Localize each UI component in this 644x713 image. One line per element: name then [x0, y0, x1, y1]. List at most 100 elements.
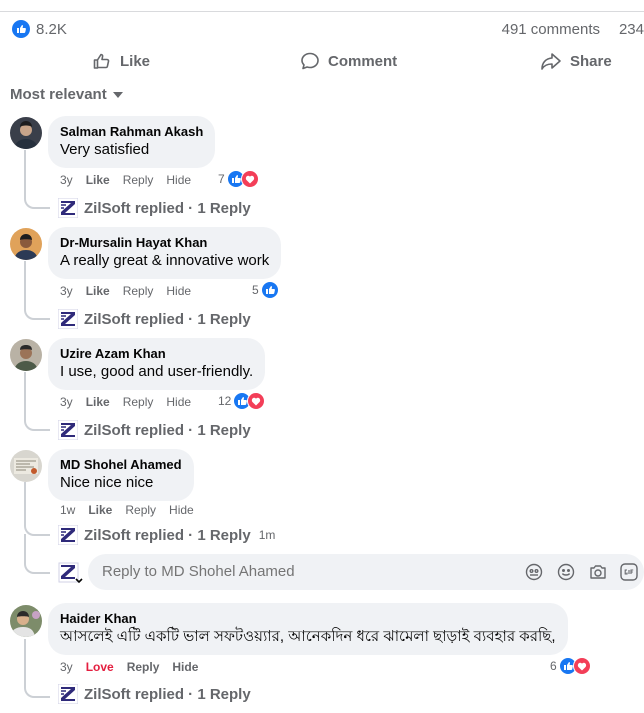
camera-icon[interactable] — [588, 562, 608, 582]
like-reaction-icon[interactable] — [12, 20, 30, 43]
comment-hide-link[interactable]: Hide — [172, 660, 198, 674]
love-reaction-icon — [240, 170, 259, 188]
thread-line — [24, 261, 50, 320]
view-replies-link[interactable]: ZilSoft replied · 1 Reply — [58, 420, 251, 440]
comment-time[interactable]: 1w — [60, 503, 75, 517]
comment-reply-link[interactable]: Reply — [127, 660, 160, 674]
avatar[interactable] — [10, 117, 42, 149]
comment-time[interactable]: 3y — [60, 395, 73, 409]
avatar[interactable] — [10, 605, 42, 637]
like-button[interactable]: Like — [92, 46, 150, 76]
thread-line — [24, 639, 50, 698]
comment-author[interactable]: MD Shohel Ahamed — [60, 457, 182, 473]
comment-like-link[interactable]: Like — [86, 284, 110, 298]
comment-bubble: Uzire Azam Khan I use, good and user-fri… — [48, 338, 266, 390]
avatar[interactable] — [10, 339, 42, 371]
comment-reactions[interactable]: 6 — [550, 657, 591, 675]
zilsoft-logo-icon — [58, 525, 78, 545]
view-replies-link[interactable]: ZilSoft replied · 1 Reply — [58, 684, 251, 704]
avatar[interactable] — [10, 228, 42, 260]
comment-reply-link[interactable]: Reply — [125, 503, 156, 517]
comment-reactions[interactable]: 5 — [252, 281, 279, 299]
comment-author[interactable]: Uzire Azam Khan — [60, 346, 253, 362]
reactions-count[interactable]: 8.2K — [36, 21, 67, 38]
comment-button[interactable]: Comment — [300, 46, 397, 76]
comment-text: A really great & innovative work — [60, 252, 270, 269]
reply-input[interactable] — [100, 562, 504, 581]
replied-time[interactable]: 1m — [259, 528, 276, 542]
comment-sort-dropdown[interactable]: Most relevant — [10, 86, 123, 103]
post-action-bar: Like Comment Share — [0, 46, 644, 76]
reaction-count: 7 — [218, 172, 225, 186]
comment-reactions[interactable]: 12 — [218, 392, 266, 410]
comment-author[interactable]: Haider Khan — [60, 611, 556, 627]
comment-time[interactable]: 3y — [60, 173, 73, 187]
comment-text: Very satisfied — [60, 141, 150, 158]
thread-line — [24, 534, 50, 574]
comment-bubble: Haider Khan আসলেই এটি একটি ভাল সফটওয়্যা… — [48, 603, 568, 655]
comment-hide-link[interactable]: Hide — [166, 284, 191, 298]
sort-label: Most relevant — [10, 86, 107, 103]
comment-reply-link[interactable]: Reply — [123, 395, 154, 409]
love-reaction-icon — [247, 392, 266, 410]
comment-like-link[interactable]: Like — [86, 173, 110, 187]
comment-like-link[interactable]: Like — [88, 503, 112, 517]
replied-text: ZilSoft replied · 1 Reply — [84, 199, 251, 217]
comments-count[interactable]: 491 comments — [502, 21, 600, 38]
view-replies-link[interactable]: ZilSoft replied · 1 Reply — [58, 309, 251, 329]
comment-text: I use, good and user-friendly. — [60, 363, 254, 380]
comment-label: Comment — [328, 52, 398, 70]
reply-composer — [88, 554, 644, 590]
current-user-avatar[interactable] — [58, 562, 84, 586]
comment-reply-link[interactable]: Reply — [123, 173, 154, 187]
comment-meta: 3y Like Reply Hide — [60, 394, 204, 410]
share-arrow-icon — [540, 51, 562, 71]
zilsoft-logo-icon — [58, 198, 78, 218]
thread-line — [24, 150, 50, 209]
like-reaction-icon — [260, 281, 279, 299]
caret-down-icon — [112, 91, 123, 98]
comment-hide-link[interactable]: Hide — [169, 503, 194, 517]
comment-reply-link[interactable]: Reply — [123, 284, 154, 298]
replied-text: ZilSoft replied · 1 Reply — [84, 310, 251, 328]
view-replies-link[interactable]: ZilSoft replied · 1 Reply — [58, 198, 251, 218]
comment-love-link[interactable]: Love — [86, 660, 114, 674]
shares-count[interactable]: 234 — [619, 21, 644, 38]
like-label: Like — [120, 52, 151, 70]
comment-bubble-icon — [300, 51, 320, 71]
share-label: Share — [570, 52, 612, 70]
comment-meta: 3y Love Reply Hide — [60, 659, 211, 675]
comment-hide-link[interactable]: Hide — [166, 395, 191, 409]
emoji-icon[interactable] — [556, 562, 576, 582]
comment-meta: 1w Like Reply Hide — [60, 502, 207, 518]
reaction-stats: 8.2K 491 comments 234 — [12, 20, 644, 40]
comment-meta: 3y Like Reply Hide — [60, 172, 204, 188]
zilsoft-logo-icon — [58, 309, 78, 329]
thumbs-up-icon — [92, 51, 112, 71]
comment-like-link[interactable]: Like — [86, 395, 110, 409]
comment-time[interactable]: 3y — [60, 284, 73, 298]
comment-bubble: Salman Rahman Akash Very satisfied — [48, 116, 216, 168]
view-replies-link[interactable]: ZilSoft replied · 1 Reply 1m — [58, 525, 275, 545]
love-reaction-icon — [572, 657, 591, 675]
avatar-sticker-icon[interactable] — [524, 562, 544, 582]
comment-text: Nice nice nice — [60, 474, 154, 491]
avatar[interactable] — [10, 450, 42, 482]
zilsoft-logo-icon — [58, 420, 78, 440]
comment-author[interactable]: Dr-Mursalin Hayat Khan — [60, 235, 269, 251]
comment-bubble: MD Shohel Ahamed Nice nice nice — [48, 449, 194, 501]
comment-time[interactable]: 3y — [60, 660, 73, 674]
reaction-count: 5 — [252, 283, 259, 297]
comment-bubble: Dr-Mursalin Hayat Khan A really great & … — [48, 227, 282, 279]
comment-reactions[interactable]: 7 — [218, 170, 259, 188]
comment-meta: 3y Like Reply Hide — [60, 283, 204, 299]
comment-author[interactable]: Salman Rahman Akash — [60, 124, 203, 140]
gif-icon[interactable] — [619, 562, 639, 582]
replied-text: ZilSoft replied · 1 Reply — [84, 421, 251, 439]
share-button[interactable]: Share — [540, 46, 612, 76]
zilsoft-logo-icon — [58, 684, 78, 704]
thread-line — [24, 372, 50, 431]
top-divider — [0, 11, 644, 12]
comment-hide-link[interactable]: Hide — [166, 173, 191, 187]
comment-text: আসলেই এটি একটি ভাল সফটওয়্যার, আনেকদিন ধ… — [60, 628, 556, 645]
